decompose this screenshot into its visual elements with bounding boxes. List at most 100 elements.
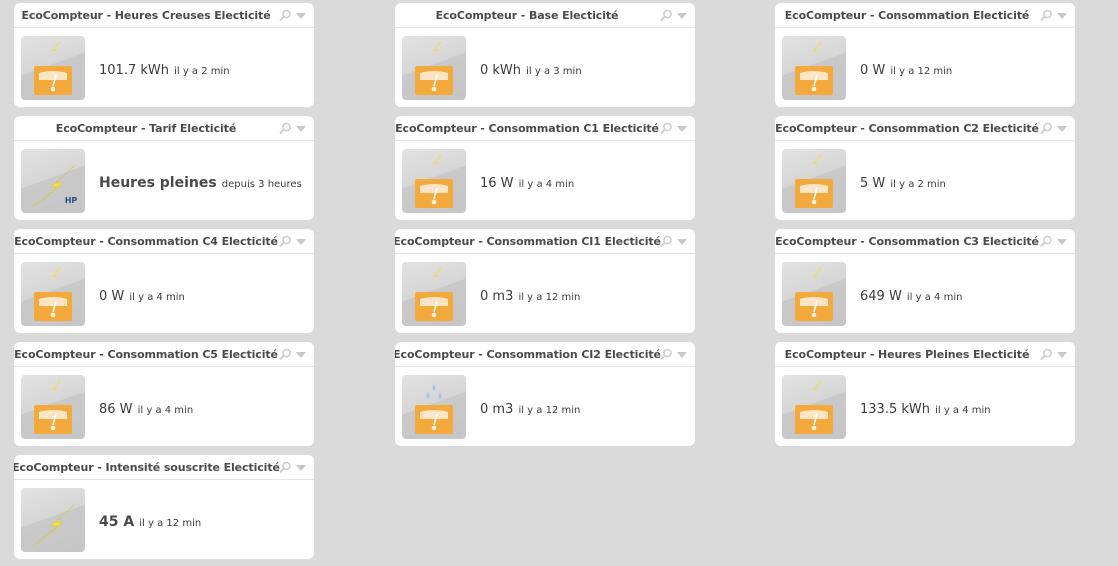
- widget-header: EcoCompteur - Consommation C5 Electicité: [14, 342, 314, 367]
- electric-meter-icon[interactable]: [782, 262, 846, 326]
- widget-body: 101.7 kWh il y a 2 min: [14, 28, 314, 106]
- chevron-down-icon[interactable]: [1057, 352, 1067, 358]
- state-since: il y a 12 min: [890, 66, 953, 77]
- widget-body: 0 kWh il y a 3 min: [395, 28, 695, 106]
- search-icon[interactable]: [278, 122, 292, 135]
- widget-title: EcoCompteur - Consommation C2 Electicité: [775, 121, 1039, 135]
- widget-body: 0 W il y a 4 min: [14, 254, 314, 332]
- state-value: 649 W: [860, 289, 902, 304]
- widget-1: EcoCompteur - Heures Creuses Electicité …: [14, 3, 314, 107]
- widget-title: EcoCompteur - Consommation CI2 Electicit…: [395, 347, 661, 361]
- electric-meter-icon[interactable]: [402, 36, 466, 100]
- search-icon[interactable]: [278, 348, 292, 361]
- state-since: il y a 4 min: [906, 292, 963, 303]
- widget-header: EcoCompteur - Consommation C1 Electicité: [395, 116, 695, 141]
- widget-header: EcoCompteur - Consommation C3 Electicité: [775, 229, 1075, 254]
- widget-tools: [278, 122, 306, 135]
- lightning-hp-icon[interactable]: HP: [21, 149, 85, 213]
- widget-state: 0 W il y a 12 min: [860, 59, 952, 78]
- widget-11: EcoCompteur - Consommation CI2 Electicit…: [395, 342, 695, 446]
- chevron-down-icon[interactable]: [677, 239, 687, 245]
- widget-5: EcoCompteur - Consommation C1 Electicité…: [395, 116, 695, 220]
- widget-body: 45 A il y a 12 min: [14, 480, 314, 558]
- state-since: il y a 2 min: [890, 179, 946, 190]
- search-icon[interactable]: [278, 9, 292, 22]
- electric-meter-icon[interactable]: [782, 375, 846, 439]
- state-value: 0 W: [860, 63, 886, 78]
- widget-tools: [659, 122, 687, 135]
- widget-header: EcoCompteur - Consommation CI1 Electicit…: [395, 229, 695, 254]
- search-icon[interactable]: [659, 9, 673, 22]
- widget-body: 5 W il y a 2 min: [775, 141, 1075, 219]
- widget-title: EcoCompteur - Consommation C1 Electicité: [395, 121, 659, 135]
- widget-2: EcoCompteur - Base Electicité 0 kWh il y…: [395, 3, 695, 107]
- search-icon[interactable]: [659, 235, 673, 248]
- electric-meter-icon[interactable]: [21, 262, 85, 326]
- state-since: il y a 12 min: [139, 518, 202, 529]
- electric-meter-icon-graphic: [795, 268, 833, 321]
- widget-state: 0 m3 il y a 12 min: [480, 398, 580, 417]
- widget-body: 0 m3 il y a 12 min: [395, 254, 695, 332]
- widget-body: HP Heures pleines depuis 3 heures: [14, 141, 314, 219]
- widget-title: EcoCompteur - Heures Creuses Electicité: [21, 8, 271, 22]
- widget-body: 86 W il y a 4 min: [14, 367, 314, 445]
- electric-meter-icon[interactable]: [782, 149, 846, 213]
- state-value: 5 W: [860, 176, 886, 191]
- chevron-down-icon[interactable]: [677, 126, 687, 132]
- search-icon[interactable]: [1039, 348, 1053, 361]
- electric-meter-icon-graphic: [415, 42, 453, 95]
- lightning-icon[interactable]: [21, 488, 85, 552]
- widget-header: EcoCompteur - Consommation Electicité: [775, 3, 1075, 28]
- search-icon[interactable]: [1039, 9, 1053, 22]
- state-since: il y a 4 min: [129, 292, 185, 303]
- search-icon[interactable]: [659, 122, 673, 135]
- widget-3: EcoCompteur - Consommation Electicité 0 …: [775, 3, 1075, 107]
- widget-tools: [278, 9, 306, 22]
- electric-meter-icon[interactable]: [782, 36, 846, 100]
- tariff-badge: HP: [65, 196, 78, 205]
- widget-state: 0 kWh il y a 3 min: [480, 59, 582, 78]
- state-since: il y a 4 min: [935, 405, 991, 416]
- chevron-down-icon[interactable]: [296, 352, 306, 358]
- widget-title: EcoCompteur - Consommation Electicité: [784, 8, 1030, 22]
- chevron-down-icon[interactable]: [677, 13, 687, 19]
- widget-4: EcoCompteur - Tarif Electicité HP Heures…: [14, 116, 314, 220]
- state-value: 0 kWh: [480, 63, 522, 78]
- lightning-icon-graphic: [32, 503, 76, 547]
- widget-title: EcoCompteur - Consommation C3 Electicité: [775, 234, 1039, 248]
- electric-meter-icon[interactable]: [402, 149, 466, 213]
- state-value: 86 W: [99, 402, 133, 417]
- chevron-down-icon[interactable]: [296, 465, 306, 471]
- widget-8: EcoCompteur - Consommation CI1 Electicit…: [395, 229, 695, 333]
- chevron-down-icon[interactable]: [296, 13, 306, 19]
- electric-meter-icon-graphic: [795, 381, 833, 434]
- search-icon[interactable]: [659, 348, 673, 361]
- electric-meter-icon[interactable]: [21, 36, 85, 100]
- water-meter-icon[interactable]: [402, 375, 466, 439]
- widget-body: 133.5 kWh il y a 4 min: [775, 367, 1075, 445]
- widget-header: EcoCompteur - Intensité souscrite Electi…: [14, 455, 314, 480]
- electric-meter-icon-graphic: [795, 42, 833, 95]
- chevron-down-icon[interactable]: [296, 126, 306, 132]
- chevron-down-icon[interactable]: [1057, 126, 1067, 132]
- widget-title: EcoCompteur - Consommation C4 Electicité: [14, 234, 278, 248]
- electric-meter-icon[interactable]: [402, 262, 466, 326]
- electric-meter-icon-graphic: [34, 268, 72, 321]
- state-value: 101.7 kWh: [99, 63, 169, 78]
- search-icon[interactable]: [278, 461, 292, 474]
- search-icon[interactable]: [1039, 235, 1053, 248]
- widget-state: 0 m3 il y a 12 min: [480, 285, 580, 304]
- widget-title: EcoCompteur - Consommation C5 Electicité: [14, 347, 278, 361]
- widget-12: EcoCompteur - Heures Pleines Electicité …: [775, 342, 1075, 446]
- state-value: 0 m3: [480, 289, 514, 304]
- chevron-down-icon[interactable]: [296, 239, 306, 245]
- chevron-down-icon[interactable]: [1057, 239, 1067, 245]
- chevron-down-icon[interactable]: [677, 352, 687, 358]
- electric-meter-icon[interactable]: [21, 375, 85, 439]
- search-icon[interactable]: [1039, 122, 1053, 135]
- widget-title: EcoCompteur - Intensité souscrite Electi…: [14, 460, 280, 474]
- chevron-down-icon[interactable]: [1057, 13, 1067, 19]
- widget-state: 16 W il y a 4 min: [480, 172, 574, 191]
- search-icon[interactable]: [278, 235, 292, 248]
- widget-header: EcoCompteur - Heures Pleines Electicité: [775, 342, 1075, 367]
